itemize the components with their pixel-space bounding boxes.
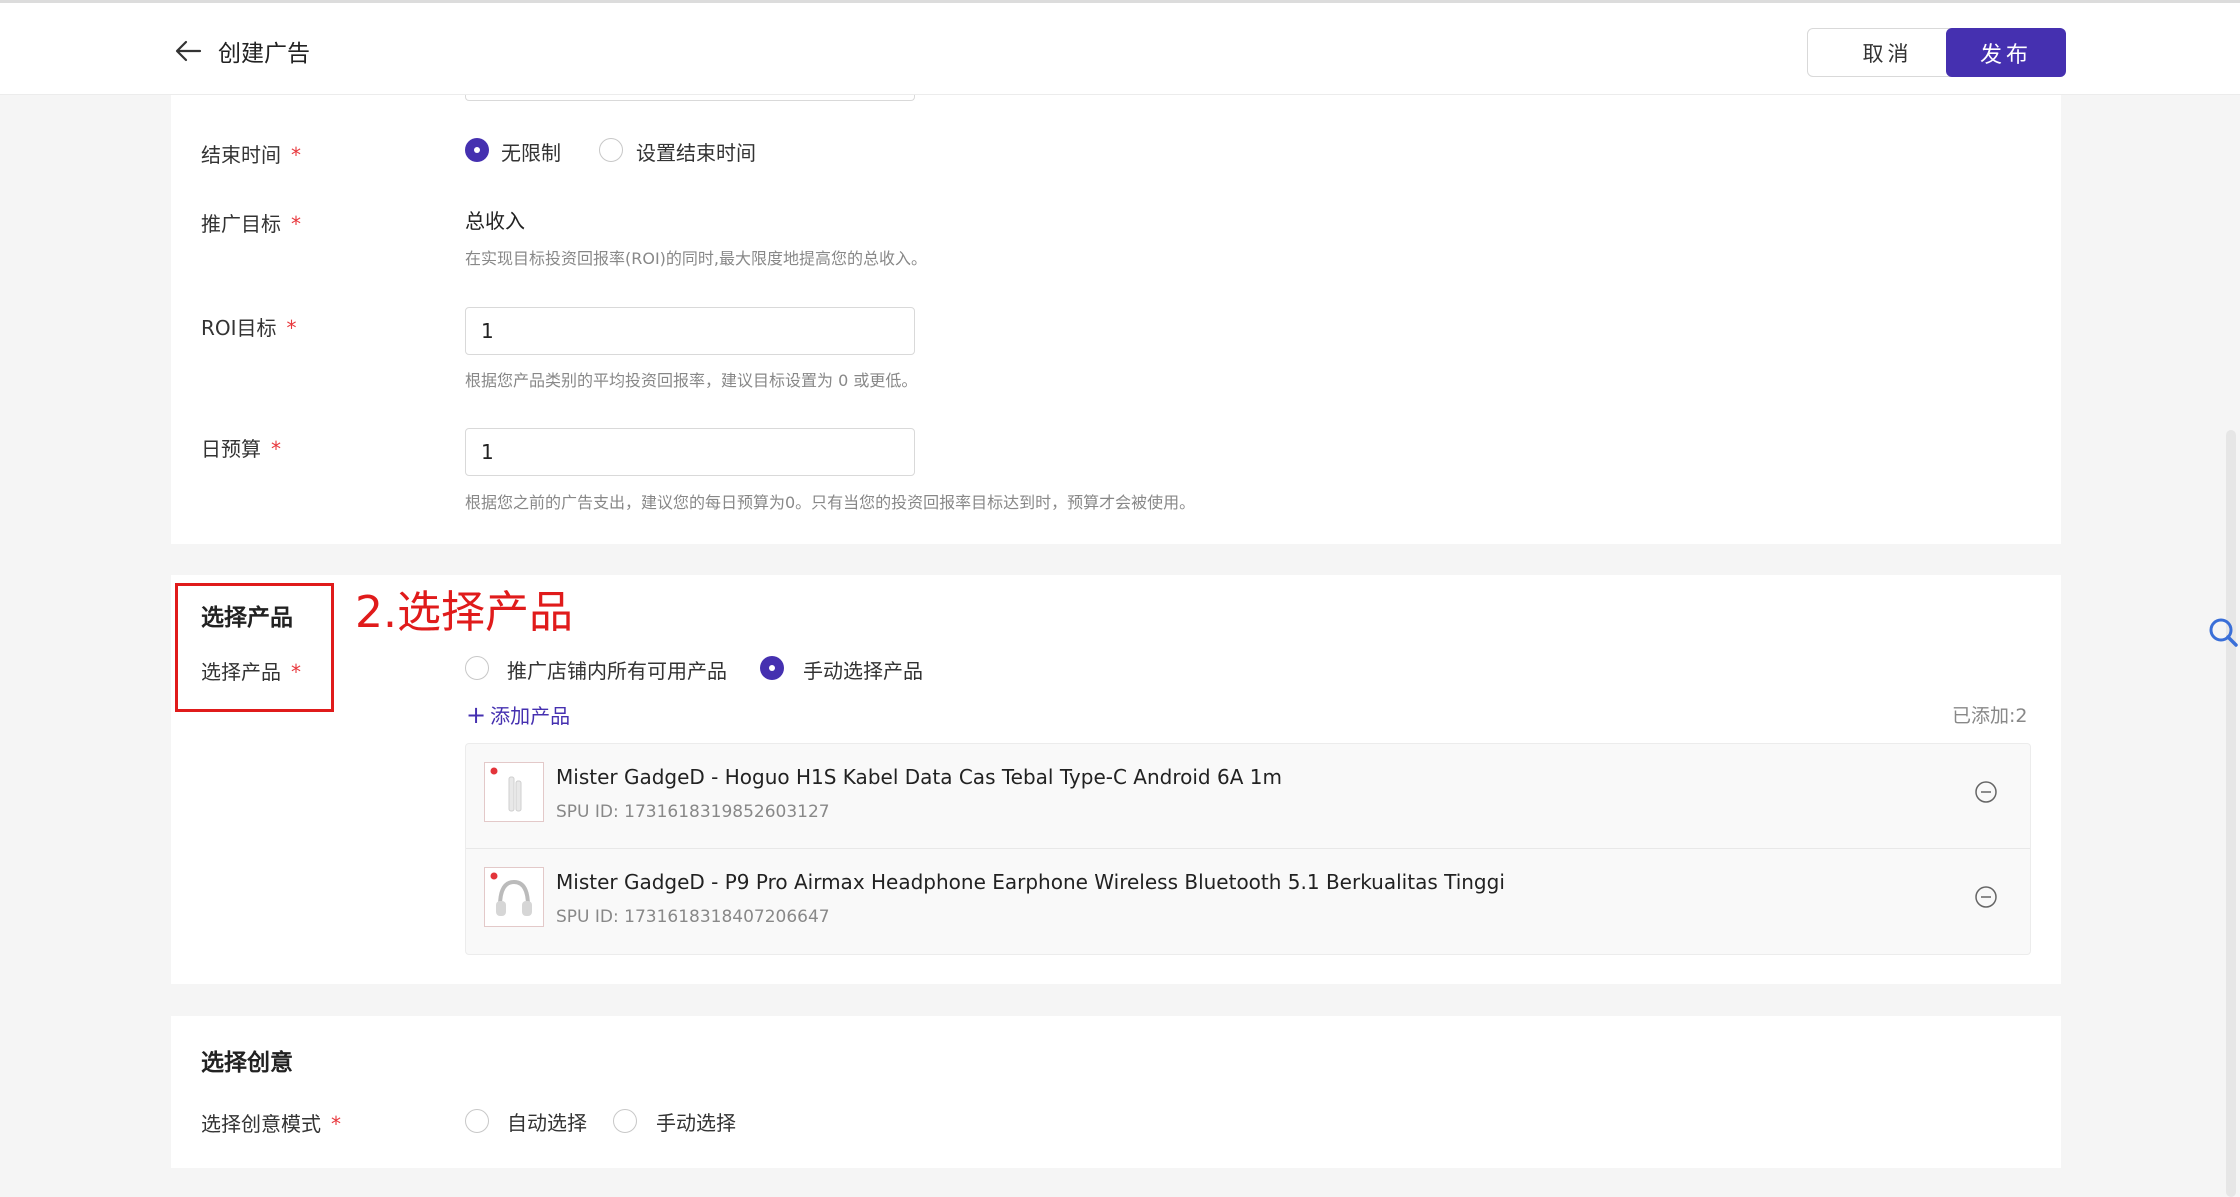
minus-circle-icon[interactable] bbox=[1974, 885, 1998, 909]
start-time-field-edge[interactable] bbox=[465, 95, 915, 101]
product-spu: SPU ID: 1731618318407206647 bbox=[556, 907, 830, 927]
end-time-unlimited-label[interactable]: 无限制 bbox=[501, 137, 561, 166]
search-icon[interactable] bbox=[2206, 615, 2240, 649]
goal-value: 总收入 bbox=[465, 209, 525, 233]
end-time-unlimited-radio[interactable] bbox=[465, 138, 489, 162]
annotation-box bbox=[175, 583, 334, 712]
product-name: Mister GadgeD - P9 Pro Airmax Headphone … bbox=[556, 870, 1505, 894]
manual-products-radio[interactable] bbox=[760, 656, 784, 680]
annotation-text: 2.选择产品 bbox=[355, 587, 573, 638]
list-item: Mister GadgeD - Hoguo H1S Kabel Data Cas… bbox=[466, 744, 2030, 849]
end-time-label: 结束时间 * bbox=[201, 143, 301, 167]
product-name: Mister GadgeD - Hoguo H1S Kabel Data Cas… bbox=[556, 765, 1282, 789]
arrow-left-icon[interactable] bbox=[174, 39, 202, 63]
page-scrollbar[interactable] bbox=[2226, 430, 2236, 1197]
creative-manual-label[interactable]: 手动选择 bbox=[656, 1107, 736, 1136]
list-item: Mister GadgeD - P9 Pro Airmax Headphone … bbox=[466, 849, 2030, 954]
cancel-button[interactable]: 取消 bbox=[1807, 28, 1968, 77]
budget-hint: 根据您之前的广告支出，建议您的每日预算为0。只有当您的投资回报率目标达到时，预算… bbox=[465, 493, 1196, 512]
product-list: Mister GadgeD - Hoguo H1S Kabel Data Cas… bbox=[465, 743, 2031, 955]
product-thumbnail bbox=[484, 762, 544, 822]
creative-section-title: 选择创意 bbox=[201, 1050, 293, 1076]
roi-input[interactable] bbox=[465, 307, 915, 355]
product-thumbnail bbox=[484, 867, 544, 927]
add-product-button[interactable]: + 添加产品 bbox=[466, 700, 570, 729]
page-title: 创建广告 bbox=[218, 41, 310, 67]
goal-label: 推广目标 * bbox=[201, 212, 301, 236]
campaign-settings-card bbox=[171, 95, 2061, 544]
publish-button[interactable]: 发布 bbox=[1946, 28, 2066, 77]
creative-manual-radio[interactable] bbox=[613, 1109, 637, 1133]
budget-label: 日预算 * bbox=[201, 437, 281, 461]
end-time-set-label[interactable]: 设置结束时间 bbox=[636, 137, 756, 166]
creative-auto-radio[interactable] bbox=[465, 1109, 489, 1133]
minus-circle-icon[interactable] bbox=[1974, 780, 1998, 804]
goal-hint: 在实现目标投资回报率(ROI)的同时,最大限度地提高您的总收入。 bbox=[465, 249, 928, 268]
manual-products-label[interactable]: 手动选择产品 bbox=[803, 655, 923, 684]
budget-input[interactable] bbox=[465, 428, 915, 476]
all-products-radio[interactable] bbox=[465, 656, 489, 680]
all-products-label[interactable]: 推广店铺内所有可用产品 bbox=[507, 655, 727, 684]
end-time-set-radio[interactable] bbox=[599, 138, 623, 162]
creative-selection-card bbox=[171, 1016, 2061, 1168]
top-bar: 创建广告 取消 发布 bbox=[0, 0, 2240, 95]
added-count: 已添加:2 bbox=[1952, 705, 2028, 727]
creative-auto-label[interactable]: 自动选择 bbox=[507, 1107, 587, 1136]
plus-icon: + bbox=[466, 701, 487, 729]
product-spu: SPU ID: 1731618319852603127 bbox=[556, 802, 830, 822]
roi-hint: 根据您产品类别的平均投资回报率，建议目标设置为 0 或更低。 bbox=[465, 371, 918, 390]
creative-mode-label: 选择创意模式 * bbox=[201, 1112, 341, 1136]
roi-label: ROI目标 * bbox=[201, 316, 297, 340]
